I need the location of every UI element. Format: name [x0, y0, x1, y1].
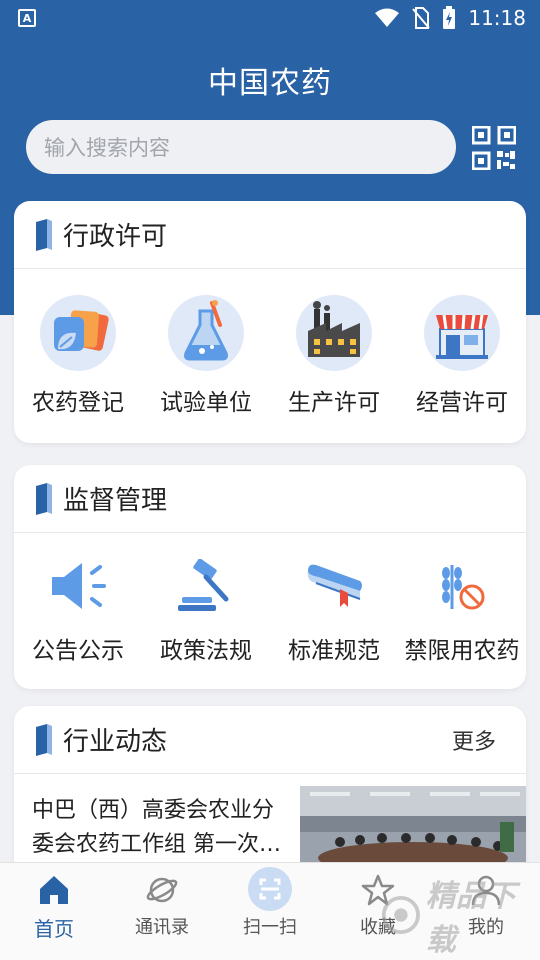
menu-label: 试验单位	[160, 390, 252, 416]
book-icon	[36, 482, 52, 515]
menu-item-banned-pesticides[interactable]: 禁限用农药	[398, 559, 526, 665]
card-header: 行业动态 更多	[14, 706, 526, 774]
flask-icon	[168, 295, 244, 371]
status-bar: A 11:18	[0, 0, 540, 36]
gavel-icon	[178, 559, 229, 611]
card-header: 监督管理	[14, 465, 526, 533]
menu-label: 农药登记	[32, 390, 124, 416]
menu-item-pesticide-registration[interactable]: 农药登记	[14, 295, 142, 417]
menu-label: 标准规范	[288, 638, 380, 664]
section-title: 行政许可	[63, 222, 168, 252]
admin-license-card: 行政许可 农药登记 试验单位 生产许可 经营许可	[14, 201, 526, 443]
search-placeholder: 输入搜索内容	[44, 136, 170, 160]
watermark-text: 精品下载	[425, 879, 516, 958]
menu-label: 公告公示	[32, 638, 124, 664]
menu-label: 经营许可	[416, 390, 508, 416]
app-notification-icon: A	[18, 9, 36, 27]
menu-item-test-unit[interactable]: 试验单位	[142, 295, 270, 417]
menu-item-standards[interactable]: 标准规范	[270, 559, 398, 665]
home-icon	[40, 876, 68, 904]
book-icon	[36, 218, 52, 251]
menu-label: 生产许可	[288, 390, 380, 416]
menu-label: 政策法规	[160, 638, 252, 664]
watermark-logo-icon	[381, 895, 420, 935]
menu-item-announcements[interactable]: 公告公示	[14, 559, 142, 665]
factory-icon	[296, 295, 372, 371]
planet-icon	[146, 877, 178, 903]
tab-label: 首页	[34, 917, 74, 941]
scan-icon	[248, 867, 292, 911]
watermark: 精品下载	[380, 879, 540, 958]
qr-code-icon[interactable]	[472, 126, 516, 170]
clock: 11:18	[468, 6, 526, 30]
pesticide-registration-icon	[40, 295, 116, 371]
menu-item-business-license[interactable]: 经营许可	[398, 295, 526, 417]
book-icon	[36, 723, 52, 756]
card-header: 行政许可	[14, 201, 526, 269]
shop-icon	[424, 295, 500, 371]
tab-scan[interactable]: 扫一扫	[216, 863, 324, 960]
section-title: 监督管理	[63, 486, 168, 516]
search-input[interactable]: 输入搜索内容	[26, 120, 456, 174]
page-title: 中国农药	[208, 66, 332, 101]
banned-pesticide-icon	[442, 565, 485, 610]
tab-label: 通讯录	[135, 917, 189, 938]
more-link[interactable]: 更多	[452, 724, 496, 756]
standards-book-icon	[307, 564, 362, 607]
no-sim-icon	[412, 7, 431, 29]
megaphone-icon	[52, 563, 106, 609]
menu-item-policies[interactable]: 政策法规	[142, 559, 270, 665]
wifi-icon	[375, 8, 400, 27]
menu-item-production-license[interactable]: 生产许可	[270, 295, 398, 417]
news-headline: 中巴（西）高委会农业分委会农药工作组 第一次…	[32, 798, 281, 857]
tab-label: 扫一扫	[243, 917, 297, 938]
supervision-card: 监督管理 公告公示 政策法规 标准规范 禁限用农药	[14, 465, 526, 689]
section-title: 行业动态	[63, 727, 168, 757]
menu-label: 禁限用农药	[404, 638, 520, 664]
battery-charging-icon	[443, 6, 456, 29]
tab-home[interactable]: 首页	[0, 863, 108, 960]
tab-contacts[interactable]: 通讯录	[108, 863, 216, 960]
